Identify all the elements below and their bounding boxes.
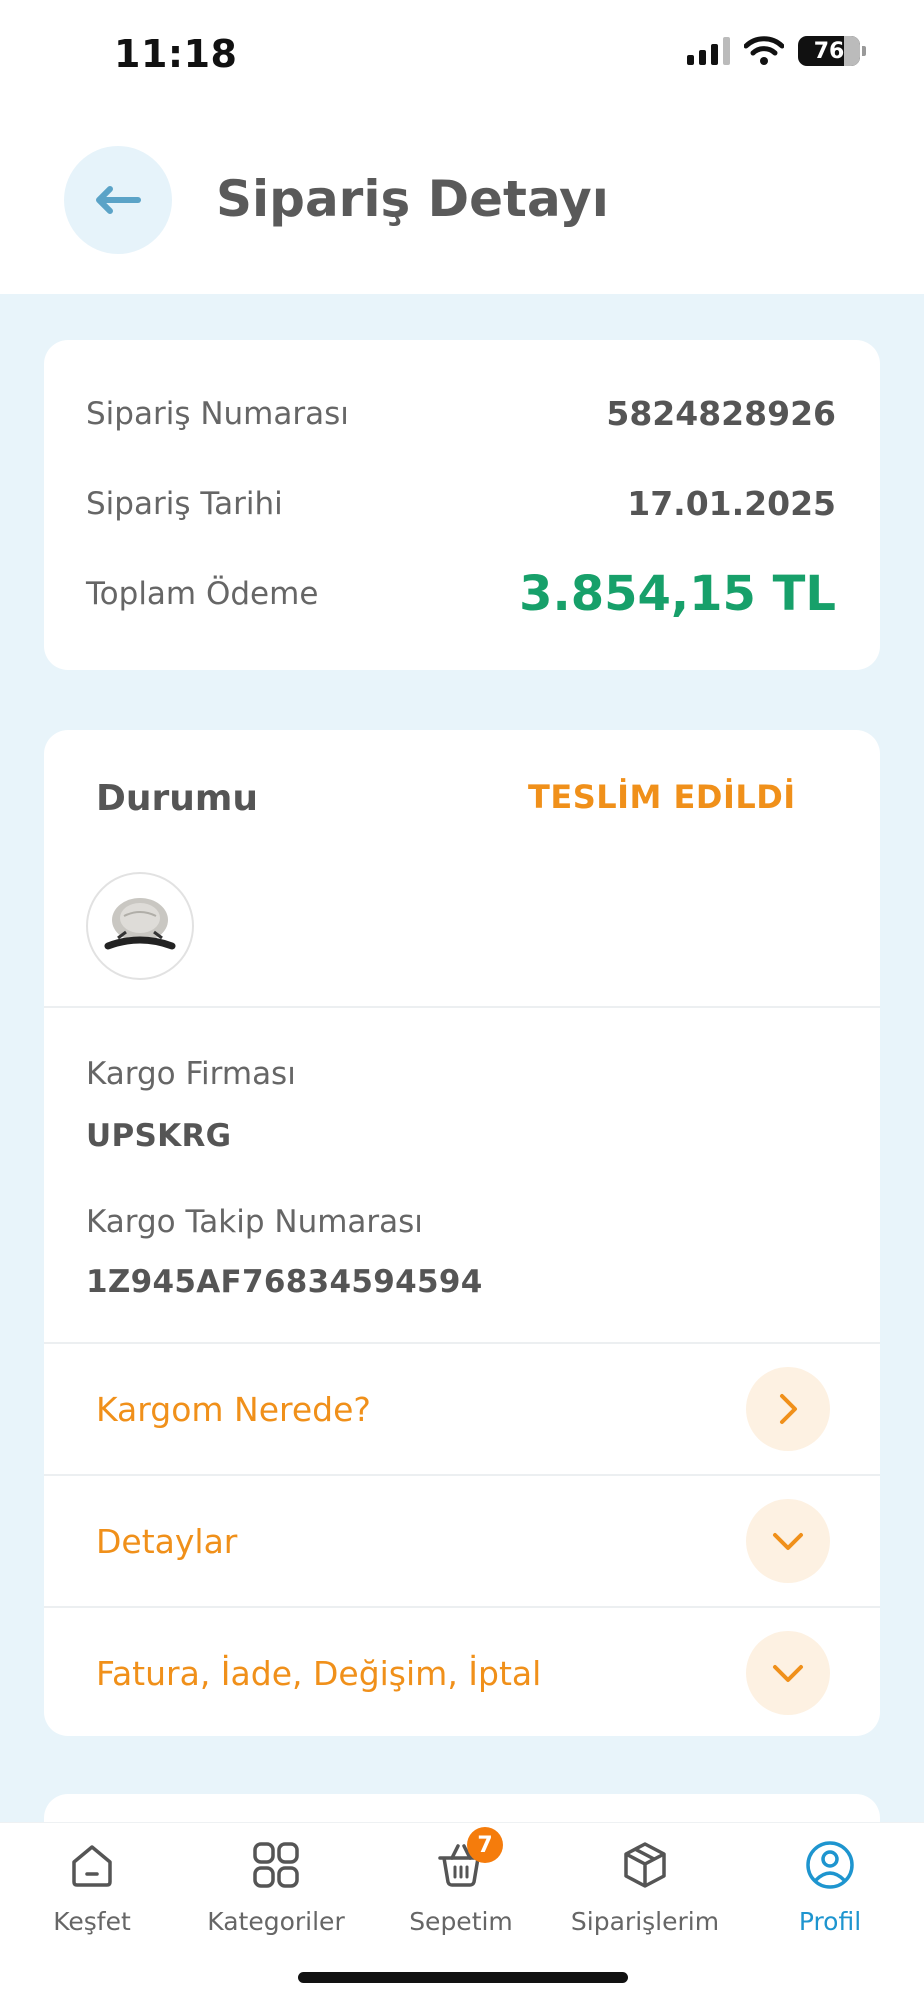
cellular-signal-icon	[687, 37, 730, 65]
invoice-return-row[interactable]: Fatura, İade, Değişim, İptal	[44, 1608, 880, 1738]
details-expand-button[interactable]	[746, 1499, 830, 1583]
tracking-number-value: 1Z945AF76834594594	[86, 1264, 483, 1300]
tab-profil[interactable]: Profil	[745, 1837, 915, 1947]
status-icons: 76	[687, 36, 866, 66]
order-number-label: Sipariş Numarası	[86, 395, 349, 432]
arrow-left-icon	[96, 186, 141, 214]
page-header: Sipariş Detayı	[0, 110, 924, 294]
chevron-down-icon	[773, 1665, 803, 1682]
invoice-return-label: Fatura, İade, Değişim, İptal	[96, 1653, 542, 1693]
total-payment-label: Toplam Ödeme	[86, 576, 319, 612]
cargo-company-label: Kargo Firması	[86, 1056, 296, 1092]
baby-bouncer-image	[104, 898, 176, 950]
order-summary-card: Sipariş Numarası 5824828926 Sipariş Tari…	[44, 340, 880, 670]
order-date-value: 17.01.2025	[627, 484, 836, 523]
cargo-company-value: UPSKRG	[86, 1118, 232, 1154]
where-is-cargo-button[interactable]	[746, 1367, 830, 1451]
grid-icon	[253, 1842, 299, 1888]
battery-icon: 76	[798, 36, 866, 66]
tab-sepetim[interactable]: 7 Sepetim	[376, 1827, 546, 1947]
chevron-right-icon	[780, 1394, 797, 1424]
tab-label: Kategoriler	[207, 1907, 345, 1936]
details-label: Detaylar	[96, 1521, 238, 1561]
order-status-card: Durumu TESLİM EDİLDİ Kargo Firması UPSKR…	[44, 730, 880, 1736]
chevron-down-icon	[773, 1533, 803, 1550]
order-number-value: 5824828926	[606, 394, 836, 433]
back-button[interactable]	[64, 146, 172, 254]
divider	[44, 1006, 880, 1008]
total-payment-value: 3.854,15 TL	[519, 566, 836, 622]
where-is-cargo-row[interactable]: Kargom Nerede?	[44, 1344, 880, 1474]
tab-kategoriler[interactable]: Kategoriler	[191, 1837, 361, 1947]
invoice-return-expand-button[interactable]	[746, 1631, 830, 1715]
order-date-row: Sipariş Tarihi 17.01.2025	[86, 484, 836, 523]
tracking-number-label: Kargo Takip Numarası	[86, 1204, 423, 1240]
profile-icon	[806, 1841, 854, 1889]
product-thumbnail[interactable]	[86, 872, 194, 980]
where-is-cargo-label: Kargom Nerede?	[96, 1389, 371, 1429]
home-icon	[72, 1845, 112, 1887]
home-indicator	[298, 1972, 628, 1983]
tab-label: Profil	[798, 1907, 862, 1936]
status-bar: 11:18 76	[0, 0, 924, 110]
wifi-icon	[744, 36, 784, 65]
cart-count-badge: 7	[467, 1827, 503, 1863]
order-date-label: Sipariş Tarihi	[86, 485, 283, 522]
tab-label: Siparişlerim	[570, 1907, 720, 1936]
status-value: TESLİM EDİLDİ	[528, 778, 796, 816]
tab-kesfet[interactable]: Keşfet	[7, 1837, 177, 1947]
details-row[interactable]: Detaylar	[44, 1476, 880, 1606]
status-label: Durumu	[96, 778, 259, 819]
status-time: 11:18	[114, 32, 238, 76]
tab-label: Sepetim	[409, 1907, 513, 1936]
battery-level: 76	[813, 38, 845, 64]
order-number-row: Sipariş Numarası 5824828926	[86, 394, 836, 433]
tab-siparislerim[interactable]: Siparişlerim	[560, 1837, 730, 1947]
box-icon	[624, 1842, 666, 1888]
page-title: Sipariş Detayı	[216, 170, 609, 228]
tab-label: Keşfet	[53, 1907, 131, 1936]
total-payment-row: Toplam Ödeme 3.854,15 TL	[86, 566, 836, 622]
